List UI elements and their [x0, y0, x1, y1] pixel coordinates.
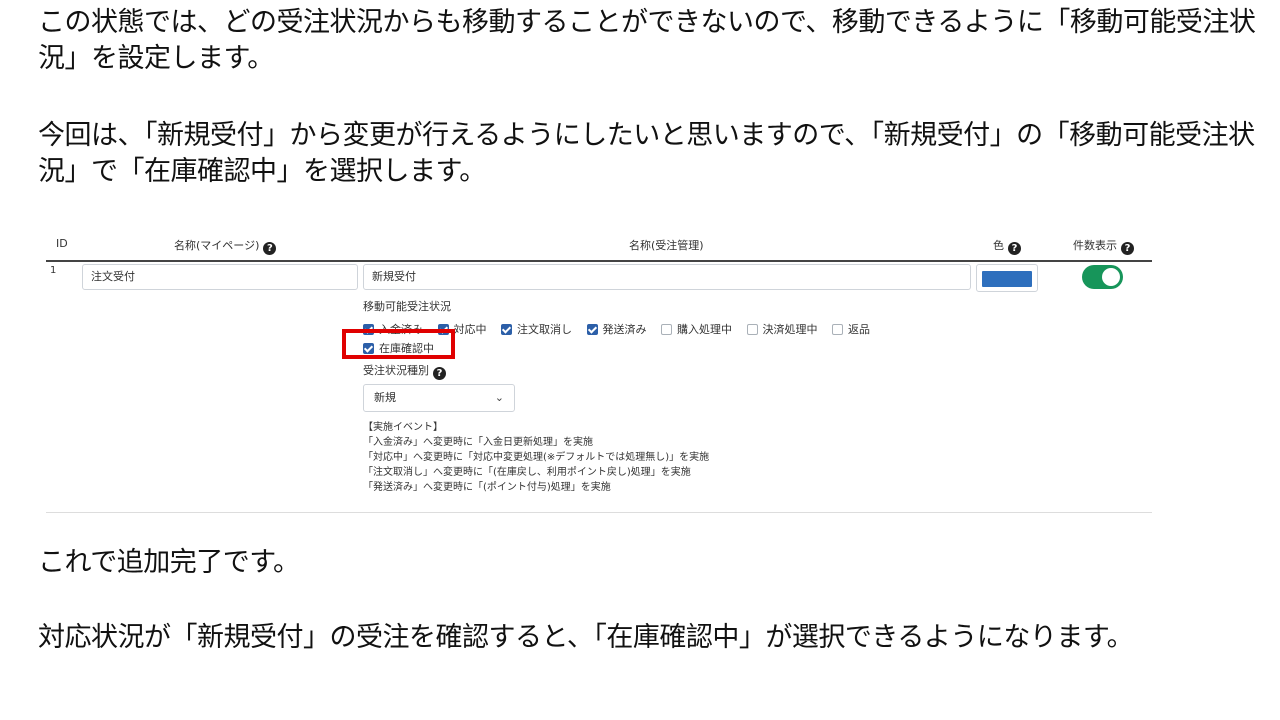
header-name-mypage: 名称(マイページ)? — [174, 237, 277, 255]
instruction-paragraph-3: これで追加完了です。 — [38, 547, 300, 578]
red-highlight-box — [342, 329, 455, 359]
checkbox-kessai-shorichu[interactable]: 決済処理中 — [746, 321, 818, 337]
order-type-label: 受注状況種別? — [363, 362, 446, 380]
checkbox-unchecked-icon — [832, 324, 843, 335]
order-type-select[interactable]: 新規 ⌄ — [363, 384, 515, 412]
checkbox-unchecked-icon — [746, 324, 758, 335]
name-mypage-input[interactable]: 注文受付 — [82, 264, 358, 290]
chevron-down-icon: ⌄ — [494, 391, 504, 404]
movable-status-label: 移動可能受注状況 — [363, 300, 451, 313]
event-item: 「発送済み」へ変更時に「(ポイント付与)処理」を実施 — [363, 482, 611, 493]
toggle-knob — [1102, 268, 1120, 286]
checkbox-hassou-sumi[interactable]: 発送済み — [586, 321, 647, 337]
header-count-display: 件数表示? — [1073, 237, 1134, 255]
event-item: 「注文取消し」へ変更時に「(在庫戻し、利用ポイント戻し)処理」を実施 — [363, 467, 691, 478]
order-status-settings-screenshot: ID 名称(マイページ)? 名称(受注管理) 色? 件数表示? 1 注文受付 新… — [46, 225, 1152, 517]
checkbox-unchecked-icon — [661, 324, 672, 335]
header-id: ID — [56, 237, 68, 250]
help-icon[interactable]: ? — [263, 242, 277, 255]
header-color: 色? — [993, 237, 1021, 255]
row-id: 1 — [50, 265, 57, 276]
checkbox-checked-icon — [586, 324, 598, 335]
event-item: 「対応中」へ変更時に「対応中変更処理(※デフォルトでは処理無し)」を実施 — [363, 452, 710, 463]
color-swatch — [982, 271, 1032, 287]
help-icon[interactable]: ? — [1008, 242, 1021, 255]
header-name-admin: 名称(受注管理) — [629, 239, 704, 252]
event-item: 「入金済み」へ変更時に「入金日更新処理」を実施 — [363, 437, 593, 448]
name-admin-input[interactable]: 新規受付 — [363, 264, 971, 290]
help-icon[interactable]: ? — [1121, 242, 1134, 255]
checkbox-checked-icon — [501, 324, 512, 335]
instruction-paragraph-1: この状態では、どの受注状況からも移動することができないので、移動できるように「移… — [38, 7, 1256, 74]
checkbox-henpin[interactable]: 返品 — [832, 321, 870, 337]
color-picker[interactable] — [976, 264, 1038, 292]
event-list: 【実施イベント】 「入金済み」へ変更時に「入金日更新処理」を実施 「対応中」へ変… — [363, 420, 709, 495]
checkbox-kounyu-shorichu[interactable]: 購入処理中 — [661, 321, 732, 337]
instruction-paragraph-4: 対応状況が「新規受付」の受注を確認すると、「在庫確認中」が選択できるようになりま… — [38, 622, 1134, 653]
checkbox-chumon-torikeshi[interactable]: 注文取消し — [501, 321, 572, 337]
event-title: 【実施イベント】 — [363, 422, 443, 433]
table-header: ID 名称(マイページ)? 名称(受注管理) 色? 件数表示? — [46, 225, 1152, 262]
count-display-toggle[interactable] — [1082, 265, 1123, 289]
instruction-paragraph-2: 今回は、「新規受付」から変更が行えるようにしたいと思いますので、「新規受付」の「… — [38, 120, 1255, 187]
divider — [46, 512, 1152, 513]
help-icon[interactable]: ? — [433, 367, 446, 380]
